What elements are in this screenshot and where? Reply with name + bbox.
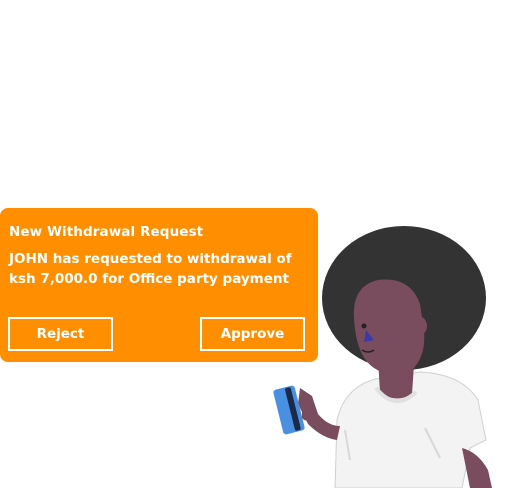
eye xyxy=(361,323,367,329)
withdrawal-request-notification: New Withdrawal Request JOHN has requeste… xyxy=(0,208,318,362)
notification-title: New Withdrawal Request xyxy=(9,224,204,240)
right-arm xyxy=(462,448,492,488)
reject-button[interactable]: Reject xyxy=(8,317,113,351)
approve-button[interactable]: Approve xyxy=(200,317,305,351)
notification-message: JOHN has requested to withdrawal of ksh … xyxy=(9,251,292,287)
ear xyxy=(409,316,427,336)
